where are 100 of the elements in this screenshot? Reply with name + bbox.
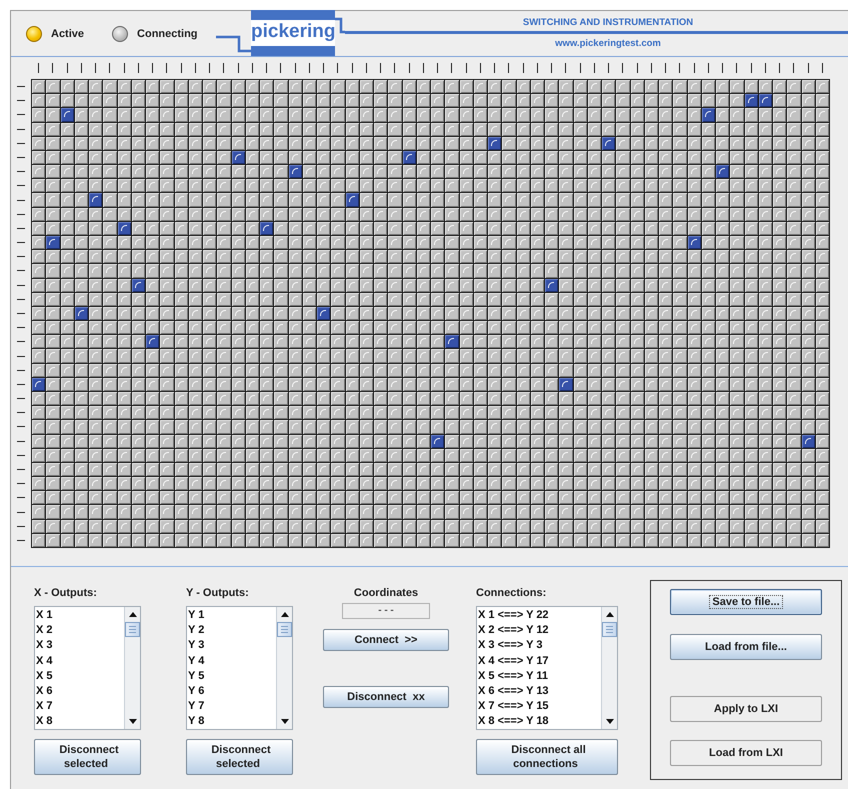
row-tick: [17, 156, 25, 158]
list-item[interactable]: Y 4: [188, 654, 275, 669]
list-item[interactable]: X 4 <==> Y 17: [478, 654, 600, 669]
list-item[interactable]: X 1 <==> Y 22: [478, 608, 600, 624]
disconnect-button[interactable]: Disconnect xx: [323, 686, 449, 708]
coordinates-label: Coordinates: [354, 587, 418, 601]
file-action-button[interactable]: Load from LXI: [670, 740, 822, 766]
row-tick: [17, 200, 25, 201]
row-tick: [17, 426, 25, 428]
row-tick: [17, 440, 25, 442]
list-item[interactable]: X 2: [36, 623, 123, 638]
logo-connector-line: [216, 36, 251, 52]
list-item[interactable]: X 6: [36, 684, 123, 700]
column-tick: [536, 63, 538, 73]
column-tick: [679, 63, 680, 73]
disconnect-selected-button[interactable]: Disconnect selected: [186, 739, 293, 775]
column-tick: [494, 63, 496, 73]
column-tick: [366, 63, 367, 73]
row-tick: [17, 171, 25, 172]
column-tick: [822, 63, 823, 73]
row-tick: [17, 454, 25, 456]
list-item[interactable]: Y 5: [188, 668, 275, 684]
row-tick: [17, 540, 25, 541]
down-arrow-icon: [606, 719, 614, 724]
row-tick: [17, 468, 25, 470]
column-tick: [194, 63, 196, 73]
column-tick: [779, 63, 780, 73]
row-tick: [17, 86, 25, 88]
company-logo: pickering: [251, 10, 335, 56]
outputs-list[interactable]: Y 1 Y 2 Y 3 Y 4 Y 5 Y 6 Y 7 Y 8: [186, 606, 293, 730]
column-tick: [152, 63, 154, 73]
list-item[interactable]: Y 7: [188, 699, 275, 714]
list-item[interactable]: X 8 <==> Y 18: [478, 714, 600, 729]
scrollbar-thumb[interactable]: [125, 622, 140, 637]
row-tick: [17, 100, 25, 102]
list-item[interactable]: X 5: [36, 668, 123, 684]
column-tick: [408, 63, 410, 73]
row-tick: [17, 384, 25, 385]
column-tick: [736, 63, 738, 73]
outputs-list[interactable]: X 1 X 2 X 3 X 4 X 5 X 6 X 7 X 8: [34, 606, 141, 730]
row-tick: [17, 242, 25, 244]
list-item[interactable]: X 1: [36, 608, 123, 624]
list-item[interactable]: X 4: [36, 654, 123, 669]
column-tick: [522, 63, 524, 73]
row-tick: [17, 256, 25, 258]
list-label: Connections:: [476, 587, 548, 601]
list-item[interactable]: Y 3: [188, 638, 275, 654]
row-tick: [17, 312, 25, 314]
disconnect-all-button[interactable]: Disconnect all connections: [476, 739, 618, 775]
list-label: Y - Outputs:: [186, 587, 250, 601]
list-item[interactable]: Y 6: [188, 684, 275, 700]
file-action-button[interactable]: Save to file...: [670, 589, 822, 615]
column-tick: [422, 63, 424, 73]
list-item[interactable]: Y 8: [188, 714, 275, 729]
row-tick: [17, 214, 25, 215]
connections-list[interactable]: X 1 <==> Y 22 X 2 <==> Y 12 X 3 <==> Y 3 X 4 <==> Y 17 X 5 <==> Y 11 X 6 <==> Y 13 X 7 <==> Y 15 X 8 <==> Y 18: [476, 606, 618, 730]
list-item[interactable]: X 7: [36, 699, 123, 714]
row-tick: [17, 298, 25, 300]
row-tick: [17, 512, 25, 513]
list-item[interactable]: X 6 <==> Y 13: [478, 684, 600, 700]
list-item[interactable]: X 3: [36, 638, 123, 654]
column-tick: [308, 63, 310, 73]
disconnect-selected-button[interactable]: Disconnect selected: [34, 739, 141, 775]
row-tick: [17, 185, 25, 186]
column-tick: [437, 63, 438, 73]
scrollbar-thumb[interactable]: [602, 622, 617, 637]
up-arrow-icon: [606, 612, 614, 617]
column-tick: [323, 63, 324, 73]
row-tick: [17, 370, 25, 371]
column-tick: [722, 63, 724, 73]
column-tick: [80, 63, 82, 73]
column-tick: [138, 63, 139, 73]
row-tick: [17, 341, 25, 342]
list-item[interactable]: X 8: [36, 714, 123, 729]
column-tick: [480, 63, 481, 73]
column-tick: [650, 63, 652, 73]
column-tick: [808, 63, 809, 73]
list-item[interactable]: X 2 <==> Y 12: [478, 623, 600, 638]
list-item[interactable]: Y 2: [188, 623, 275, 638]
column-tick: [209, 63, 210, 73]
scrollbar-thumb[interactable]: [277, 622, 292, 637]
file-action-button[interactable]: Apply to LXI: [670, 696, 822, 722]
list-item[interactable]: X 7 <==> Y 15: [478, 699, 600, 714]
column-tick: [352, 63, 353, 73]
row-tick: [17, 142, 25, 144]
list-item[interactable]: X 5 <==> Y 11: [478, 668, 600, 684]
file-action-button[interactable]: Load from file...: [670, 634, 822, 660]
list-label: X - Outputs:: [34, 587, 98, 601]
column-tick: [580, 63, 581, 73]
list-item[interactable]: X 3 <==> Y 3: [478, 638, 600, 654]
column-tick: [252, 63, 253, 73]
column-tick: [764, 63, 766, 73]
column-tick: [337, 63, 338, 73]
connect-button[interactable]: Connect >>: [323, 629, 449, 651]
up-arrow-icon: [128, 612, 136, 617]
list-item[interactable]: Y 1: [188, 608, 275, 624]
website-link[interactable]: www.pickeringtest.com: [438, 38, 778, 48]
column-tick: [266, 63, 268, 73]
column-tick: [109, 63, 110, 73]
column-tick: [594, 63, 595, 73]
